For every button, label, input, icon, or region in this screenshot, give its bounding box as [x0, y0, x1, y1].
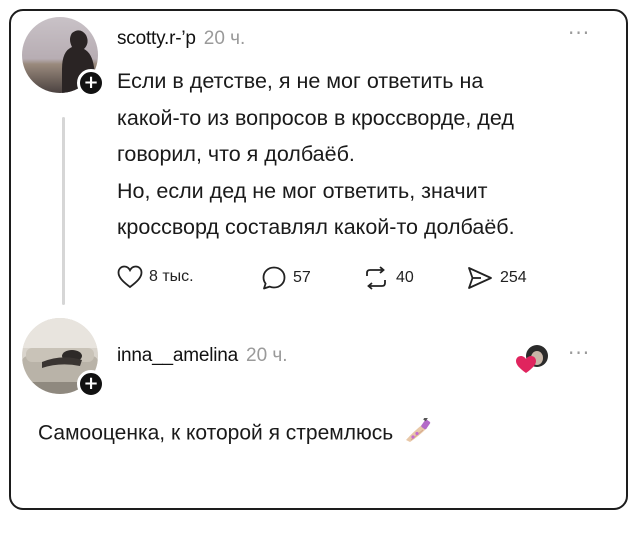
post-text: Если в детстве, я не мог ответить на как… [117, 63, 617, 246]
post-actions: 8 тыс. 57 40 254 [117, 265, 577, 295]
comment-button[interactable]: 57 [261, 265, 311, 291]
follow-plus-icon[interactable]: + [77, 370, 105, 398]
share-button[interactable]: 254 [466, 265, 527, 291]
post-line: какой-то из вопросов в кроссворде, дед [117, 105, 514, 130]
repost-button[interactable]: 40 [362, 265, 414, 291]
post-username[interactable]: scotty.r‐’p [117, 28, 196, 49]
thread-line [62, 117, 65, 305]
like-count: 8 тыс. [149, 268, 194, 285]
post-line: кроссворд составлял какой-то долбаёб. [117, 215, 515, 239]
post-time: 20 ч. [203, 28, 246, 49]
heart-avatar-icon[interactable] [515, 343, 551, 375]
heart-icon [117, 265, 143, 289]
send-icon [468, 267, 492, 289]
post-header: scotty.r‐’p 20 ч. [117, 28, 245, 50]
reply-text: Самооценка, к которой я стремлюсь [38, 415, 433, 450]
repost-icon [366, 266, 386, 290]
follow-plus-icon[interactable]: + [77, 69, 105, 97]
post-line: Если в детстве, я не мог ответить на [117, 69, 484, 93]
reply-text-content: Самооценка, к которой я стремлюсь [38, 421, 394, 445]
repost-count: 40 [396, 269, 414, 286]
comment-icon [262, 266, 286, 290]
post-more-icon[interactable]: ··· [568, 23, 590, 43]
reply-header: inna__amelina 20 ч. [117, 345, 288, 367]
reply-username[interactable]: inna__amelina [117, 345, 238, 366]
like-button[interactable]: 8 тыс. [117, 265, 194, 289]
post-line: Но, если дед не мог ответить, значит [117, 178, 488, 203]
reply-more-icon[interactable]: ··· [568, 343, 590, 363]
comment-count: 57 [293, 269, 311, 286]
post-line: говорил, что я долбаёб. [117, 142, 355, 166]
reply-time: 20 ч. [246, 345, 288, 366]
share-count: 254 [500, 269, 527, 286]
nail-polish-emoji [403, 415, 433, 450]
